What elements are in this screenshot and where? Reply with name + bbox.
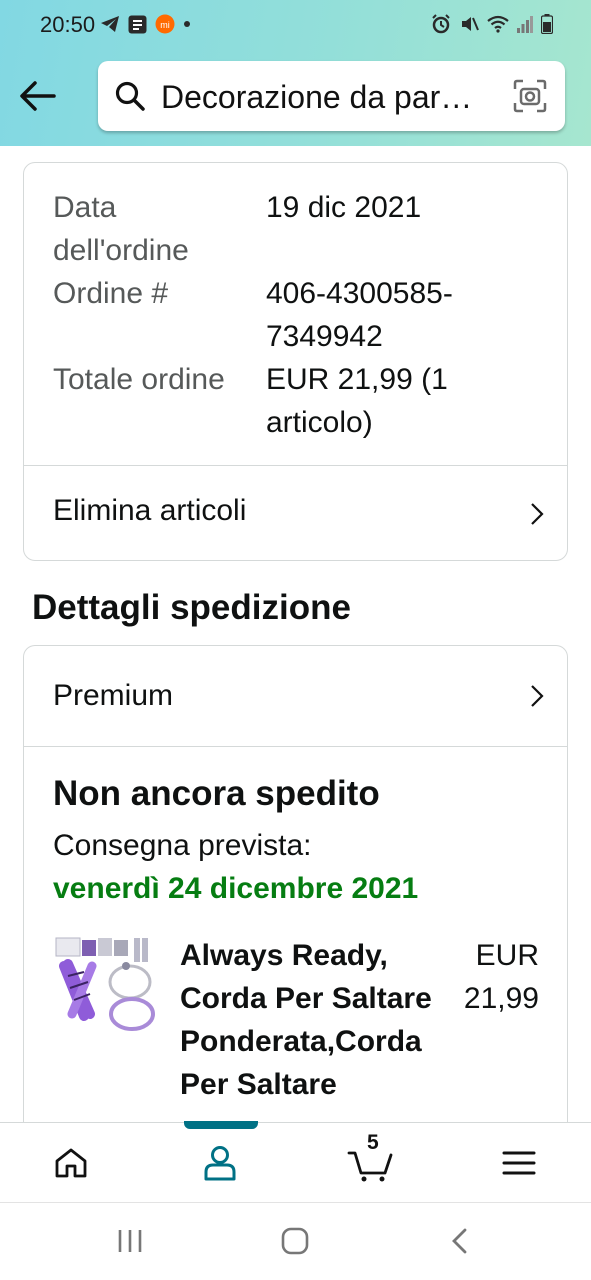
- shipping-section-title: Dettagli spedizione: [32, 588, 351, 627]
- status-system-icons: [431, 14, 553, 34]
- alarm-icon: [432, 14, 450, 34]
- more-notifications-dot-icon: [184, 21, 190, 27]
- cart-count-badge: 5: [367, 1131, 379, 1154]
- system-navigation-bar: [0, 1202, 591, 1280]
- order-number-value: 406-4300585-7349942: [266, 277, 453, 353]
- active-tab-indicator: [184, 1121, 258, 1129]
- order-total-value: EUR 21,99 (1 articolo): [266, 363, 448, 439]
- system-back-icon[interactable]: [450, 1227, 470, 1255]
- delete-items-row[interactable]: Elimina articoli: [24, 466, 567, 560]
- menu-icon: [502, 1151, 536, 1175]
- nav-account[interactable]: [195, 1141, 245, 1185]
- mi-app-icon: mi: [155, 14, 175, 34]
- signal-icon: [517, 16, 533, 33]
- delivery-date: venerdì 24 dicembre 2021: [53, 872, 419, 905]
- svg-text:mi: mi: [160, 20, 170, 30]
- nav-menu[interactable]: [494, 1141, 544, 1185]
- product-image[interactable]: [54, 936, 156, 1036]
- battery-icon: [541, 14, 553, 34]
- product-price: EUR 21,99: [463, 939, 539, 1015]
- order-number-label: Ordine #: [53, 277, 169, 310]
- mute-icon: [462, 17, 479, 31]
- divider: [24, 746, 567, 747]
- back-arrow-icon[interactable]: [18, 78, 58, 114]
- wifi-icon: [487, 15, 509, 33]
- order-date-value: 19 dic 2021: [266, 191, 422, 224]
- chevron-right-icon: [531, 503, 544, 525]
- status-notification-icons: mi: [100, 14, 191, 34]
- order-date-label: Data dell'ordine: [53, 191, 189, 267]
- chevron-right-icon: [531, 685, 544, 707]
- home-button-icon[interactable]: [281, 1227, 309, 1255]
- shipment-status: Non ancora spedito: [53, 774, 380, 813]
- app-notification-icon: [128, 15, 147, 33]
- order-summary-card: Data dell'ordine 19 dic 2021 Ordine # 40…: [23, 162, 568, 561]
- search-input[interactable]: Decorazione da par…: [161, 79, 496, 116]
- status-time: 20:50: [40, 12, 96, 37]
- nav-home[interactable]: [46, 1141, 96, 1185]
- account-icon: [204, 1146, 236, 1181]
- shipping-method-row[interactable]: Premium: [24, 646, 567, 746]
- search-bar[interactable]: Decorazione da par…: [98, 61, 565, 131]
- shipment-card: Premium Non ancora spedito Consegna prev…: [23, 645, 568, 1145]
- telegram-icon: [101, 16, 119, 32]
- delete-items-label: Elimina articoli: [53, 494, 247, 527]
- home-icon: [55, 1148, 87, 1178]
- status-bar: 20:50 mi: [0, 0, 591, 50]
- camera-search-icon[interactable]: [513, 79, 547, 113]
- app-header: 20:50 mi Decorazione da par…: [0, 0, 591, 146]
- order-total-label: Totale ordine: [53, 363, 225, 396]
- product-title[interactable]: Always Ready, Corda Per Saltare Ponderat…: [180, 934, 442, 1106]
- delivery-estimate-label: Consegna prevista:: [53, 829, 312, 862]
- shipping-method-label: Premium: [53, 679, 174, 712]
- search-icon: [115, 81, 145, 111]
- recent-apps-icon[interactable]: [116, 1228, 144, 1254]
- bottom-nav-bar: 5: [0, 1121, 591, 1202]
